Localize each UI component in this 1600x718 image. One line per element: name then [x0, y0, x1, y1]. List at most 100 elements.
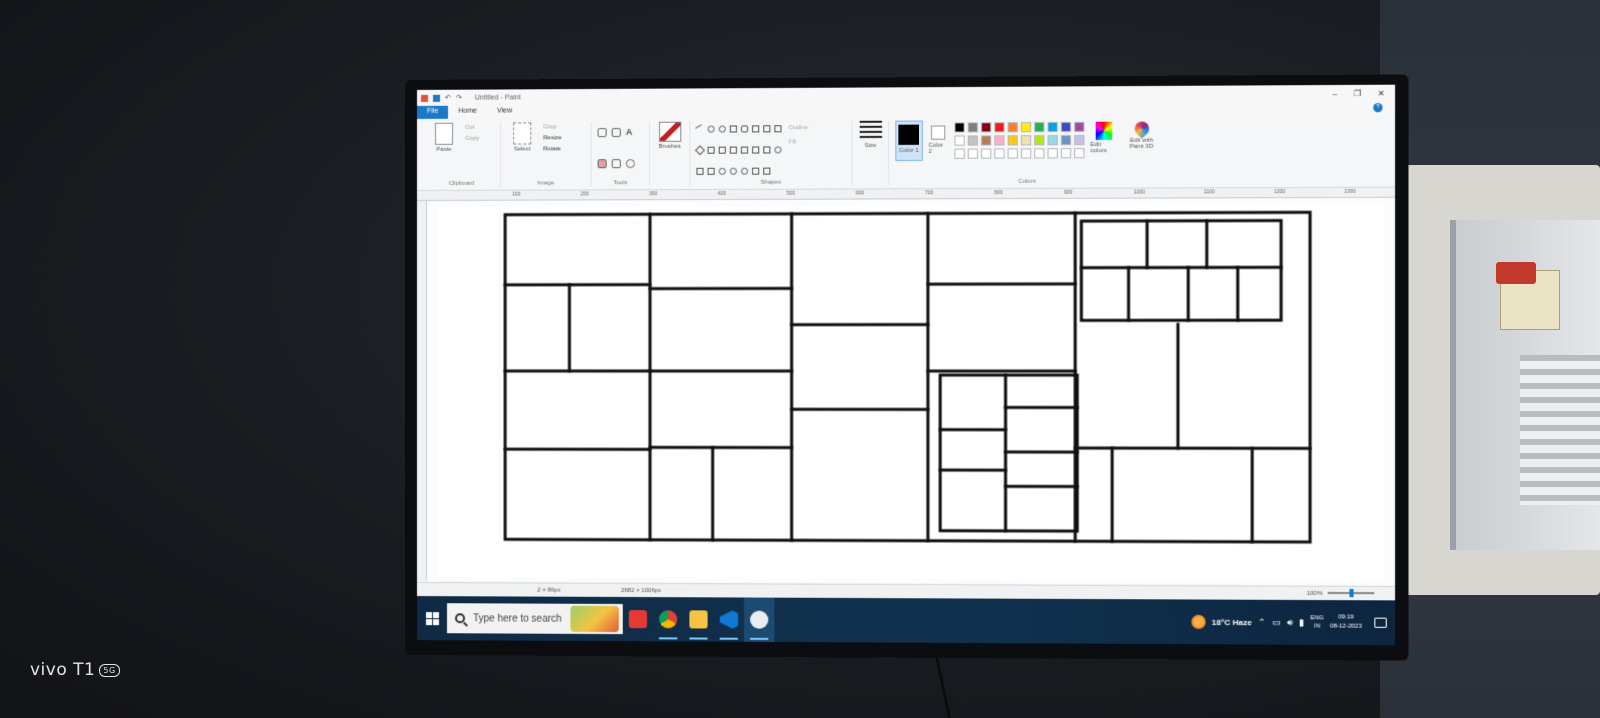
help-icon[interactable]: ?	[1373, 103, 1383, 113]
palette-swatch[interactable]	[1060, 148, 1071, 159]
hexagon-shape-icon[interactable]	[718, 146, 726, 154]
save-icon[interactable]	[432, 94, 441, 102]
palette-swatch[interactable]	[980, 135, 991, 146]
oval-shape-icon[interactable]	[718, 125, 726, 133]
palette-swatch[interactable]	[954, 135, 965, 146]
palette-swatch[interactable]	[1073, 148, 1085, 159]
fill-bucket-icon[interactable]	[611, 128, 621, 138]
rectangle-shape-icon[interactable]	[729, 125, 737, 133]
taskbar-app-recorder[interactable]	[623, 597, 653, 641]
curve-shape-icon[interactable]	[707, 125, 715, 133]
restore-icon[interactable]: ❐	[1354, 88, 1361, 97]
language-indicator[interactable]: ENG IN	[1310, 614, 1323, 630]
pencil-icon[interactable]	[597, 128, 607, 138]
brushes-button[interactable]: Brushes	[656, 121, 683, 186]
palette-swatch[interactable]	[954, 148, 965, 159]
arrow-left-shape-icon[interactable]	[740, 146, 749, 154]
close-icon[interactable]: ✕	[1378, 88, 1385, 97]
crop-button[interactable]: Crop	[543, 124, 561, 130]
shapes-gallery[interactable]	[694, 121, 782, 186]
select-button[interactable]: Select	[507, 122, 537, 186]
palette-swatch[interactable]	[994, 122, 1005, 133]
palette-swatch[interactable]	[994, 148, 1005, 159]
rotate-button[interactable]: Rotate	[543, 146, 561, 152]
palette-swatch[interactable]	[967, 135, 978, 146]
text-icon[interactable]: A	[626, 127, 635, 137]
drawing-canvas[interactable]	[437, 203, 1385, 581]
callout-oval-shape-icon[interactable]	[729, 167, 737, 175]
palette-swatch[interactable]	[1033, 121, 1045, 133]
palette-swatch[interactable]	[1007, 135, 1018, 146]
tab-view[interactable]: View	[487, 105, 522, 118]
palette-swatch[interactable]	[1060, 135, 1071, 146]
fill-button[interactable]: Fill	[789, 139, 808, 145]
callout-cloud-shape-icon[interactable]	[740, 167, 749, 175]
taskbar-search[interactable]: Type here to search	[447, 603, 623, 635]
palette-swatch[interactable]	[980, 148, 991, 159]
polygon-shape-icon[interactable]	[752, 125, 760, 133]
taskbar-app-vscode[interactable]	[714, 597, 744, 641]
heart-shape-icon[interactable]	[752, 167, 760, 175]
redo-icon[interactable]: ↷	[456, 94, 462, 102]
palette-swatch[interactable]	[1047, 135, 1058, 146]
magnifier-icon[interactable]	[625, 159, 635, 169]
right-triangle-shape-icon[interactable]	[774, 125, 782, 133]
color-picker-icon[interactable]	[611, 159, 621, 169]
star5-shape-icon[interactable]	[696, 167, 704, 175]
line-shape-icon[interactable]	[695, 124, 705, 134]
star4-shape-icon[interactable]	[774, 146, 782, 154]
arrow-up-shape-icon[interactable]	[752, 146, 760, 154]
taskbar-app-chrome[interactable]	[653, 597, 683, 641]
outline-button[interactable]: Outline	[789, 125, 808, 131]
edit-paint3d-button[interactable]: Edit with Paint 3D	[1123, 118, 1159, 184]
weather-text[interactable]: 18°C Haze	[1212, 617, 1252, 626]
volume-icon[interactable]: 🔊︎	[1287, 617, 1293, 628]
lightning-shape-icon[interactable]	[763, 167, 771, 175]
cut-button[interactable]: Cut	[465, 125, 479, 131]
rounded-rect-shape-icon[interactable]	[740, 125, 749, 133]
palette-swatch[interactable]	[1033, 135, 1045, 146]
palette-swatch[interactable]	[1020, 135, 1031, 146]
palette-swatch[interactable]	[967, 122, 978, 133]
tab-home[interactable]: Home	[448, 106, 487, 119]
size-button[interactable]: Size	[859, 120, 882, 186]
zoom-slider-thumb[interactable]	[1349, 588, 1354, 598]
star6-shape-icon[interactable]	[707, 167, 715, 175]
palette-swatch[interactable]	[1007, 148, 1018, 159]
arrow-right-shape-icon[interactable]	[729, 146, 737, 154]
palette-swatch[interactable]	[967, 148, 978, 159]
palette-swatch[interactable]	[994, 135, 1005, 146]
palette-swatch[interactable]	[1073, 134, 1085, 146]
undo-icon[interactable]: ↶	[445, 94, 451, 102]
color2-button[interactable]: Color 2	[928, 120, 948, 185]
palette-swatch[interactable]	[954, 122, 965, 133]
edit-colors-button[interactable]: Edit colors	[1090, 120, 1117, 185]
palette-swatch[interactable]	[1047, 121, 1058, 133]
paste-button[interactable]: Paste	[429, 122, 459, 187]
taskbar-app-paint[interactable]	[744, 597, 775, 642]
palette-swatch[interactable]	[1047, 148, 1058, 159]
chevron-up-icon[interactable]: ⌃	[1258, 617, 1266, 628]
eraser-icon[interactable]	[597, 159, 607, 169]
network-icon[interactable]: ▭	[1272, 617, 1281, 628]
notification-icon[interactable]	[1374, 617, 1387, 628]
palette-swatch[interactable]	[1073, 121, 1085, 132]
tab-file[interactable]: File	[416, 105, 449, 119]
taskbar-app-explorer[interactable]	[683, 597, 713, 641]
palette-swatch[interactable]	[1033, 148, 1045, 159]
minimize-icon[interactable]: –	[1333, 89, 1338, 98]
palette-swatch[interactable]	[1020, 122, 1031, 133]
arrow-down-shape-icon[interactable]	[763, 146, 771, 154]
palette-swatch[interactable]	[1007, 122, 1018, 133]
copy-button[interactable]: Copy	[465, 136, 479, 142]
palette-swatch[interactable]	[980, 122, 991, 133]
color1-button[interactable]: Color 1	[895, 120, 923, 162]
start-button[interactable]	[417, 596, 447, 640]
diamond-shape-icon[interactable]	[694, 145, 706, 156]
palette-swatch[interactable]	[1060, 121, 1071, 133]
battery-icon[interactable]: ▮	[1299, 617, 1304, 628]
palette-swatch[interactable]	[1020, 148, 1031, 159]
callout-rect-shape-icon[interactable]	[718, 167, 726, 175]
pentagon-shape-icon[interactable]	[707, 146, 715, 154]
weather-icon[interactable]	[1191, 614, 1206, 629]
